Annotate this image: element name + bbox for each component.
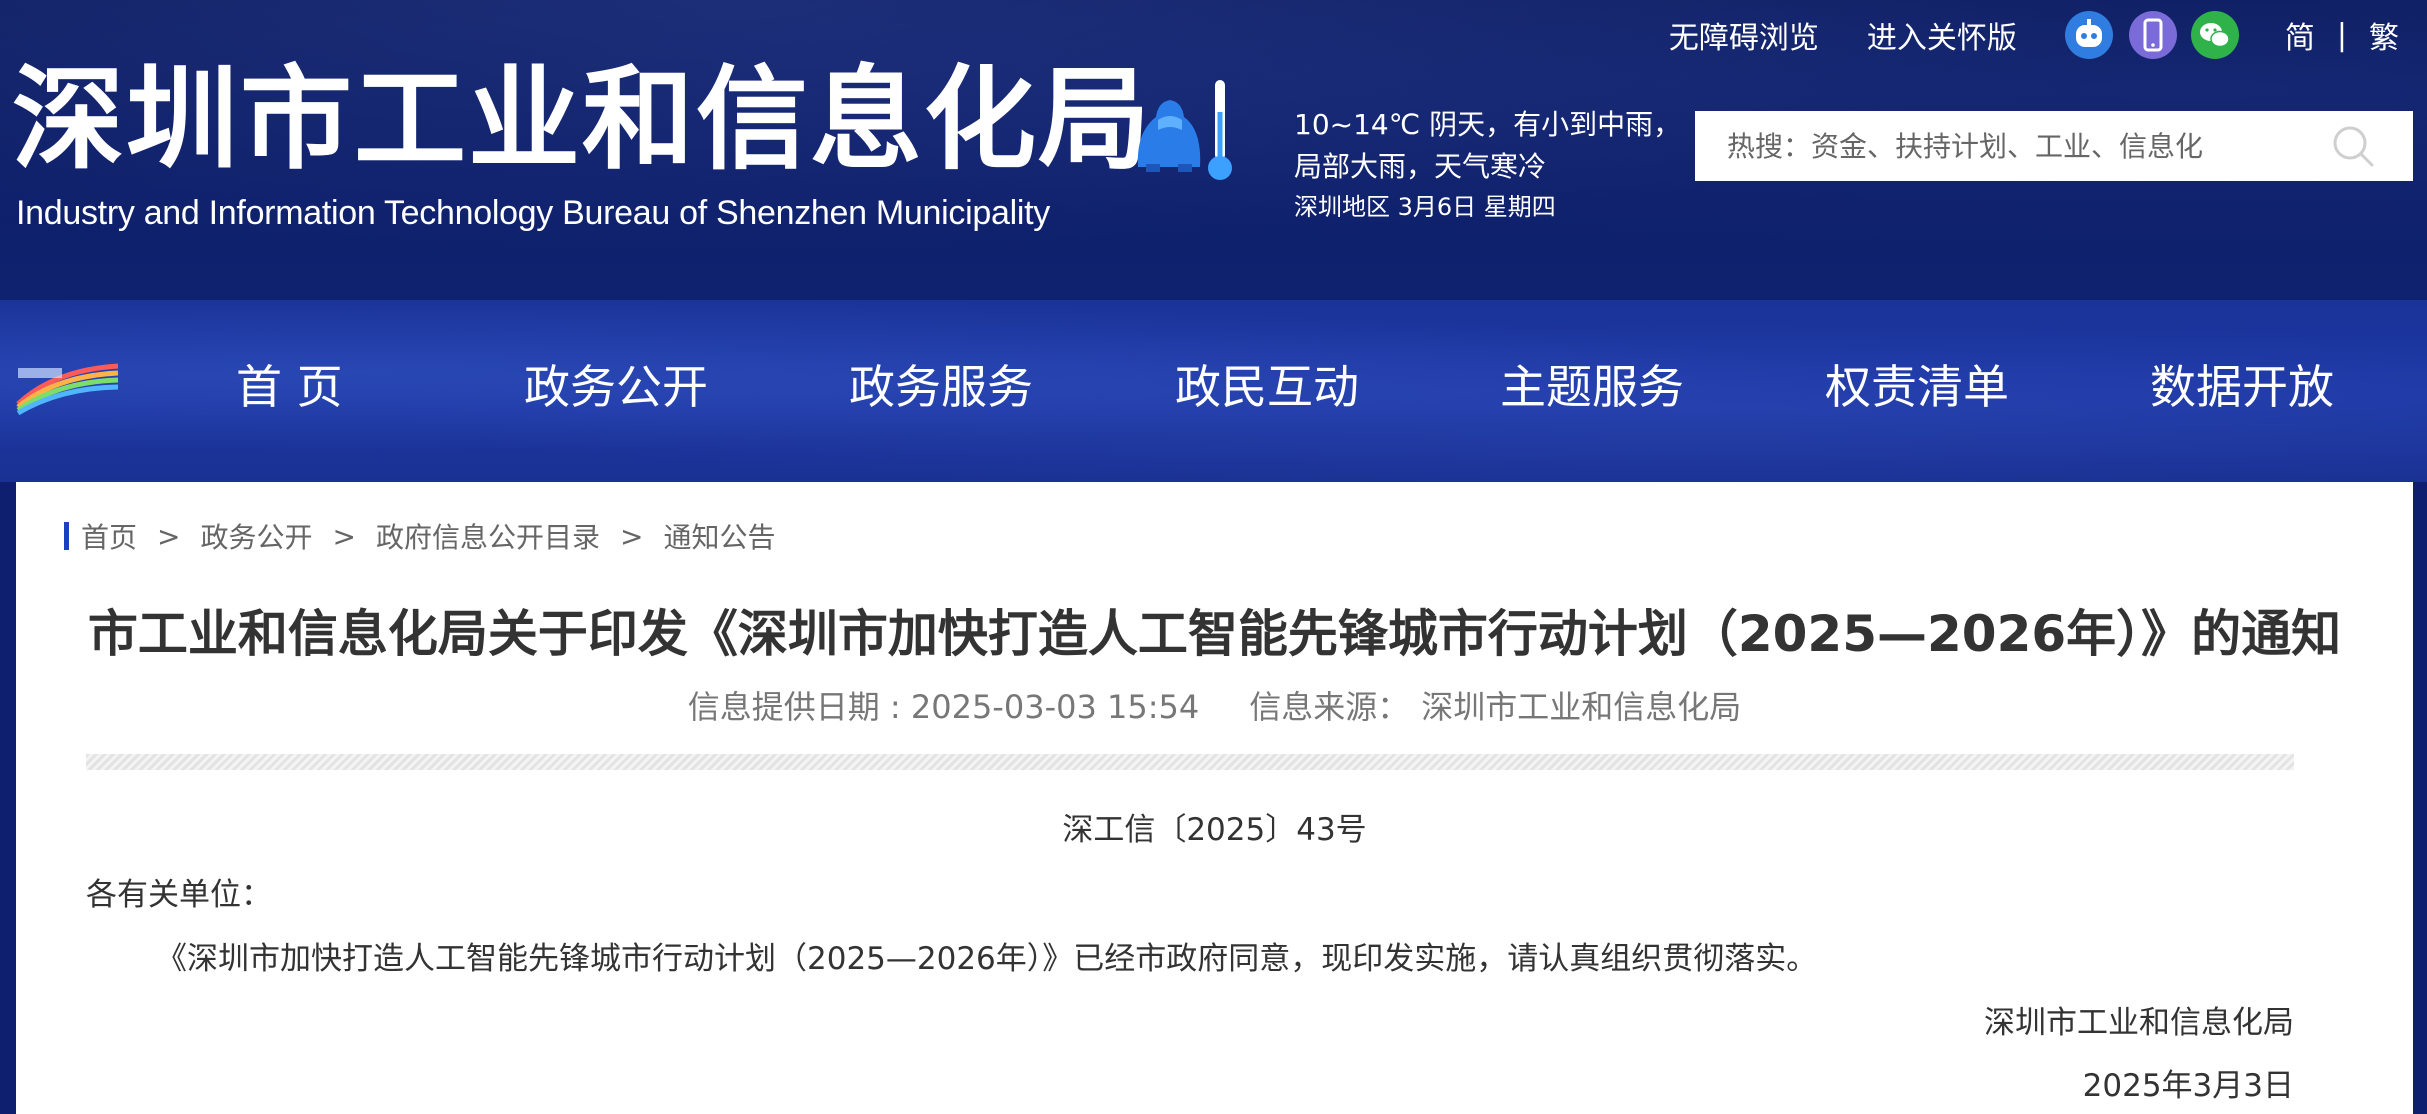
nav-item-home[interactable]: 首 页 — [236, 352, 343, 422]
robot-assistant-icon[interactable] — [2064, 11, 2113, 59]
shenzhen-logo-icon[interactable] — [14, 360, 122, 416]
traditional-chinese-link[interactable]: 繁 — [2369, 13, 2399, 57]
search-input[interactable] — [1695, 113, 2329, 179]
nav-item-thematic-services[interactable]: 主题服务 — [1500, 352, 1684, 422]
site-subtitle: Industry and Information Technology Bure… — [16, 194, 1050, 232]
breadcrumb-home[interactable]: 首页 — [81, 516, 137, 556]
weather-icon — [1137, 80, 1232, 180]
elder-mode-link[interactable]: 进入关怀版 — [1867, 13, 2017, 57]
breadcrumb-notices[interactable]: 通知公告 — [663, 516, 775, 556]
article-meta: 信息提供日期 : 2025-03-03 15:54 信息来源： 深圳市工业和信息化局 — [16, 682, 2413, 728]
main-nav: 首 页 政务公开 政务服务 政民互动 主题服务 权责清单 数据开放 — [0, 300, 2427, 482]
nav-item-open-data[interactable]: 数据开放 — [2150, 352, 2334, 422]
site-header: 无障碍浏览 进入关怀版 简 | 繁 深圳市工业和信息化局 Industry an… — [0, 0, 2427, 300]
wechat-icon[interactable] — [2190, 11, 2239, 59]
breadcrumb: 首页 > 政务公开 > 政府信息公开目录 > 通知公告 — [64, 516, 775, 556]
breadcrumb-separator: > — [332, 519, 356, 553]
weather-date: 深圳地区 3月6日 星期四 — [1294, 193, 1556, 221]
weather-info: 10~14℃ 阴天，有小到中雨， 局部大雨，天气寒冷 深圳地区 3月6日 星期四 — [1294, 104, 1714, 226]
nav-item-power-list[interactable]: 权责清单 — [1825, 352, 2009, 422]
signature-date: 2025年3月3日 — [2082, 1068, 2294, 1104]
breadcrumb-disclosure-catalog[interactable]: 政府信息公开目录 — [376, 516, 600, 556]
top-links-bar: 无障碍浏览 进入关怀版 简 | 繁 — [1669, 11, 2427, 59]
breadcrumb-separator: > — [157, 519, 181, 553]
signature-organization: 深圳市工业和信息化局 — [1984, 1005, 2294, 1041]
weather-line-1: 10~14℃ 阴天，有小到中雨， — [1294, 108, 1682, 141]
accessibility-link[interactable]: 无障碍浏览 — [1669, 13, 1819, 57]
source-value: 深圳市工业和信息化局 — [1421, 688, 1742, 726]
document-number: 深工信〔2025〕43号 — [1062, 812, 1367, 848]
weather-line-2: 局部大雨，天气寒冷 — [1294, 150, 1547, 183]
source-label: 信息来源： — [1249, 688, 1410, 726]
mobile-phone-icon[interactable] — [2128, 11, 2177, 59]
publish-date: 信息提供日期 : 2025-03-03 15:54 — [687, 688, 1200, 726]
article-content: 首页 > 政务公开 > 政府信息公开目录 > 通知公告 市工业和信息化局关于印发… — [16, 482, 2413, 1114]
breadcrumb-separator: > — [619, 519, 644, 553]
nav-item-government-services[interactable]: 政务服务 — [849, 352, 1033, 422]
lang-separator: | — [2336, 17, 2347, 53]
nav-item-government-affairs-disclosure[interactable]: 政务公开 — [524, 352, 708, 422]
title-divider — [86, 754, 2294, 770]
simplified-chinese-link[interactable]: 简 — [2285, 13, 2315, 57]
body-paragraph: 《深圳市加快打造人工智能先锋城市行动计划（2025—2026年）》已经市政府同意… — [156, 941, 1818, 977]
nav-item-public-interaction[interactable]: 政民互动 — [1175, 352, 1359, 422]
breadcrumb-government-affairs[interactable]: 政务公开 — [200, 516, 312, 556]
search-icon[interactable] — [2329, 122, 2377, 170]
site-title[interactable]: 深圳市工业和信息化局 — [12, 58, 1152, 182]
article-title: 市工业和信息化局关于印发《深圳市加快打造人工智能先锋城市行动计划（2025—20… — [87, 605, 2342, 663]
search-box — [1695, 111, 2413, 181]
breadcrumb-marker — [64, 522, 69, 550]
salutation: 各有关单位： — [86, 877, 272, 913]
